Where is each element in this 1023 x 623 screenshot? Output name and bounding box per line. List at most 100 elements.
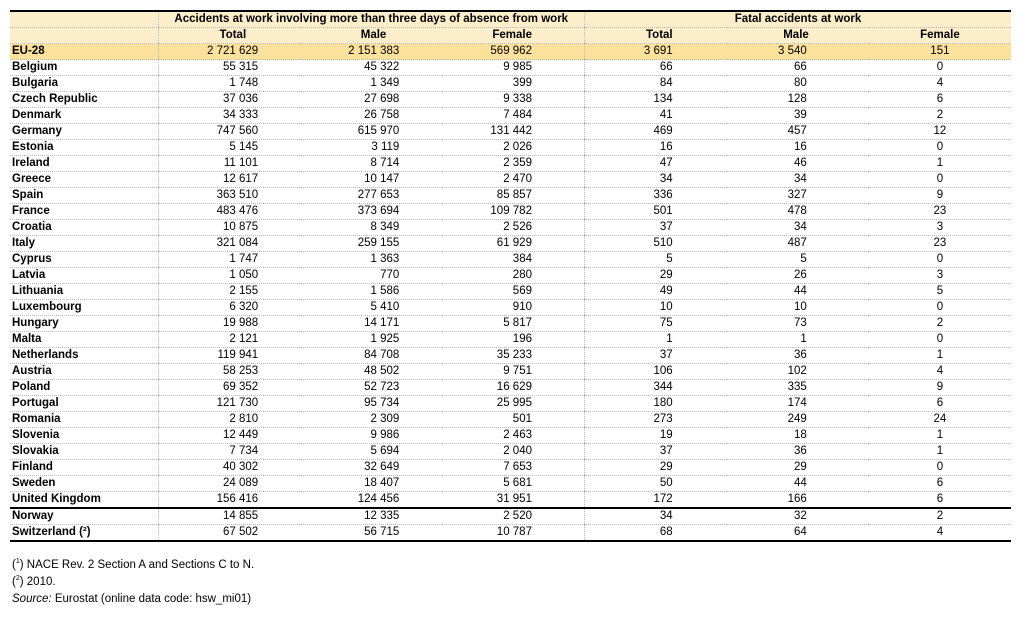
table-row: Lithuania 2 155 1 586 569 49 44 5 — [10, 283, 1011, 300]
cell-nonfatal-male: 277 653 — [300, 187, 443, 204]
footnotes: (1) NACE Rev. 2 Section A and Sections C… — [12, 557, 254, 608]
cell-nonfatal-male: 27 698 — [300, 91, 443, 108]
cell-fatal-female: 0 — [868, 459, 1011, 476]
row-label: Spain — [10, 187, 158, 204]
table-body: EU-28 2 721 629 2 151 383 569 962 3 691 … — [10, 43, 1011, 542]
cell-fatal-female: 0 — [868, 251, 1011, 268]
row-label: Malta — [10, 331, 158, 348]
cell-fatal-total: 29 — [583, 267, 727, 284]
aggregate-row-eu28: EU-28 2 721 629 2 151 383 569 962 3 691 … — [10, 43, 1011, 60]
cell-fatal-male: 44 — [726, 283, 869, 300]
cell-fatal-male: 34 — [726, 171, 869, 188]
cell-fatal-total: 19 — [583, 427, 727, 444]
table-row: Czech Republic 37 036 27 698 9 338 134 128 6 — [10, 91, 1011, 108]
cell-fatal-female: 1 — [868, 155, 1011, 172]
footnote-2: (2) 2010. — [12, 575, 56, 588]
cell-fatal-female: 4 — [868, 524, 1011, 542]
cell-nonfatal-total: 2 810 — [157, 411, 301, 428]
cell-nonfatal-total: 55 315 — [157, 59, 301, 76]
cell-fatal-total: 49 — [583, 283, 727, 300]
table-row: Estonia 5 145 3 119 2 026 16 16 0 — [10, 139, 1011, 156]
cell-nonfatal-total: 6 320 — [157, 299, 301, 316]
cell-nonfatal-total: 7 734 — [157, 443, 301, 460]
cell-nonfatal-total: 19 988 — [157, 315, 301, 332]
cell-fatal-total: 16 — [583, 139, 727, 156]
cell-fatal-male: 66 — [726, 59, 869, 76]
row-label: France — [10, 203, 158, 220]
source-text: Eurostat (online data code: hsw_mi01) — [51, 593, 252, 605]
cell-fatal-total: 336 — [583, 187, 727, 204]
cell-nonfatal-female: 399 — [442, 75, 585, 92]
accidents-table: Accidents at work involving more than th… — [10, 10, 1011, 542]
cell-nonfatal-total: 11 101 — [157, 155, 301, 172]
cell-fatal-male: 128 — [726, 91, 869, 108]
col-header-fatal-male: Male — [726, 27, 869, 44]
cell-fatal-total: 37 — [583, 347, 727, 364]
cell-nonfatal-female: 5 817 — [442, 315, 585, 332]
cell-nonfatal-female: 109 782 — [442, 203, 585, 220]
cell-fatal-total: 469 — [583, 123, 727, 140]
col-header-nonfatal-total: Total — [157, 27, 301, 44]
cell-fatal-male: 64 — [726, 524, 869, 542]
group-header-fatal: Fatal accidents at work — [583, 10, 1011, 28]
cell-fatal-male: 44 — [726, 475, 869, 492]
cell-fatal-male: 249 — [726, 411, 869, 428]
table-row: Slovakia 7 734 5 694 2 040 37 36 1 — [10, 443, 1011, 460]
cell-fatal-male: 32 — [726, 507, 869, 525]
row-label: Norway — [10, 507, 158, 525]
cell-nonfatal-female: 2 463 — [442, 427, 585, 444]
cell-nonfatal-male: 32 649 — [300, 459, 443, 476]
cell-fatal-female: 6 — [868, 395, 1011, 412]
table-row: Norway 14 855 12 335 2 520 34 32 2 — [10, 507, 1011, 525]
cell-fatal-female: 1 — [868, 347, 1011, 364]
cell-nonfatal-female: 2 520 — [442, 507, 585, 525]
cell-fatal-female: 2 — [868, 507, 1011, 525]
cell-fatal-total: 66 — [583, 59, 727, 76]
table-row: Portugal 121 730 95 734 25 995 180 174 6 — [10, 395, 1011, 412]
cell-nonfatal-female: 131 442 — [442, 123, 585, 140]
cell-fatal-total: 3 691 — [583, 43, 727, 60]
row-label: Greece — [10, 171, 158, 188]
cell-nonfatal-female: 910 — [442, 299, 585, 316]
cell-fatal-female: 6 — [868, 91, 1011, 108]
cell-nonfatal-male: 95 734 — [300, 395, 443, 412]
cell-fatal-male: 26 — [726, 267, 869, 284]
cell-fatal-female: 0 — [868, 171, 1011, 188]
cell-nonfatal-male: 14 171 — [300, 315, 443, 332]
cell-fatal-female: 3 — [868, 267, 1011, 284]
cell-fatal-total: 344 — [583, 379, 727, 396]
cell-nonfatal-total: 12 617 — [157, 171, 301, 188]
cell-fatal-total: 510 — [583, 235, 727, 252]
cell-fatal-total: 47 — [583, 155, 727, 172]
source-label: Source: — [12, 593, 52, 605]
row-label: EU-28 — [10, 43, 158, 60]
cell-fatal-male: 18 — [726, 427, 869, 444]
cell-fatal-female: 23 — [868, 235, 1011, 252]
cell-fatal-male: 34 — [726, 219, 869, 236]
cell-nonfatal-male: 373 694 — [300, 203, 443, 220]
cell-fatal-male: 3 540 — [726, 43, 869, 60]
row-label: United Kingdom — [10, 491, 158, 509]
cell-nonfatal-female: 9 338 — [442, 91, 585, 108]
cell-nonfatal-female: 16 629 — [442, 379, 585, 396]
cell-fatal-male: 5 — [726, 251, 869, 268]
cell-fatal-female: 2 — [868, 107, 1011, 124]
cell-nonfatal-female: 9 985 — [442, 59, 585, 76]
table-row: Denmark 34 333 26 758 7 484 41 39 2 — [10, 107, 1011, 124]
cell-nonfatal-female: 384 — [442, 251, 585, 268]
cell-nonfatal-total: 1 747 — [157, 251, 301, 268]
table-row: Slovenia 12 449 9 986 2 463 19 18 1 — [10, 427, 1011, 444]
cell-nonfatal-total: 34 333 — [157, 107, 301, 124]
cell-fatal-total: 37 — [583, 443, 727, 460]
table-row: France 483 476 373 694 109 782 501 478 23 — [10, 203, 1011, 220]
cell-fatal-male: 174 — [726, 395, 869, 412]
sub-header-row: Total Male Female Total Male Female — [10, 27, 1011, 44]
table-row: Sweden 24 089 18 407 5 681 50 44 6 — [10, 475, 1011, 492]
table-row: Ireland 11 101 8 714 2 359 47 46 1 — [10, 155, 1011, 172]
cell-nonfatal-female: 7 653 — [442, 459, 585, 476]
cell-nonfatal-total: 12 449 — [157, 427, 301, 444]
table-row: United Kingdom 156 416 124 456 31 951 172 166… — [10, 491, 1011, 509]
col-header-fatal-total: Total — [583, 27, 727, 44]
table-row: Germany 747 560 615 970 131 442 469 457 12 — [10, 123, 1011, 140]
table-row: Bulgaria 1 748 1 349 399 84 80 4 — [10, 75, 1011, 92]
